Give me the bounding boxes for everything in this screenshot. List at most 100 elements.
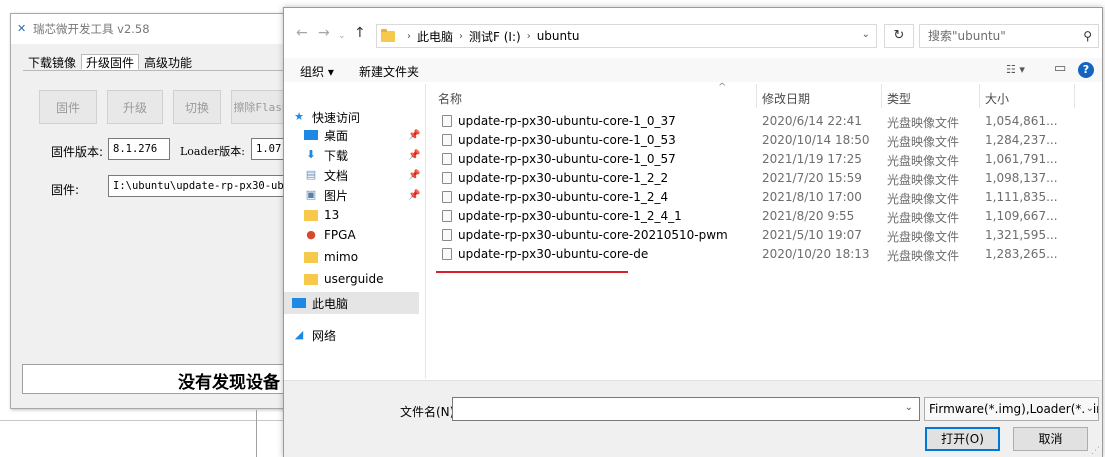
search-icon[interactable]: ⚲ <box>1083 25 1092 47</box>
resize-grip-icon[interactable]: ⋰ <box>1091 446 1100 456</box>
column-header-name[interactable]: 名称 <box>438 90 462 107</box>
file-row[interactable]: update-rp-px30-ubuntu-core-de 2020/10/20 … <box>428 245 1078 264</box>
new-folder-button[interactable]: 新建文件夹 <box>359 63 419 80</box>
chevron-down-icon[interactable]: ⌄ <box>862 29 870 40</box>
chevron-down-icon[interactable]: ⌄ <box>905 402 913 413</box>
disc-image-file-icon <box>442 172 452 184</box>
file-size: 1,098,137... <box>985 171 1058 185</box>
nav-desktop[interactable]: 桌面 📌 <box>284 124 420 146</box>
file-row[interactable]: update-rp-px30-ubuntu-core-20210510-pwm 2… <box>428 226 1078 245</box>
breadcrumb-chevron-icon[interactable]: › <box>459 31 463 42</box>
app-folder-icon: ● <box>306 228 316 241</box>
cancel-button[interactable]: 取消 <box>1013 427 1088 451</box>
switch-button[interactable]: 切换 <box>173 90 221 124</box>
rk-dev-tool-window: ✕ 瑞芯微开发工具 v2.58 下载镜像 升级固件 高级功能 固件 升级 切换 … <box>10 13 311 409</box>
file-date: 2020/10/14 18:50 <box>762 133 870 147</box>
pin-icon[interactable]: 📌 <box>408 170 420 181</box>
file-type: 光盘映像文件 <box>887 116 960 130</box>
chevron-down-icon[interactable]: ⌄ <box>1085 398 1094 420</box>
organize-menu[interactable]: 组织 ▾ <box>300 63 334 80</box>
tool-title-bar: ✕ 瑞芯微开发工具 v2.58 <box>11 14 309 44</box>
file-date: 2021/8/10 17:00 <box>762 190 862 204</box>
upgrade-button[interactable]: 升级 <box>107 90 163 124</box>
pin-icon[interactable]: 📌 <box>408 150 420 161</box>
file-date: 2021/7/20 15:59 <box>762 171 862 185</box>
breadcrumb-this-pc[interactable]: 此电脑 <box>417 28 453 45</box>
file-row[interactable]: update-rp-px30-ubuntu-core-1_0_53 2020/10… <box>428 131 1078 150</box>
up-arrow-icon[interactable]: ↑ <box>354 26 366 40</box>
firmware-version-field: 8.1.276 <box>108 138 170 160</box>
nav-desktop-label: 桌面 <box>324 128 349 143</box>
file-row[interactable]: update-rp-px30-ubuntu-core-1_2_4 2021/8/1… <box>428 188 1078 207</box>
disc-image-file-icon <box>442 115 452 127</box>
file-list-scrollbar[interactable] <box>1084 84 1102 378</box>
column-resize-handle[interactable] <box>756 84 757 108</box>
nav-pictures[interactable]: ▣ 图片 📌 <box>284 184 421 206</box>
nav-folder-fpga[interactable]: ● FPGA <box>284 224 419 246</box>
nav-this-pc[interactable]: 此电脑 <box>284 292 419 314</box>
nav-network[interactable]: ◢ 网络 <box>284 324 419 346</box>
open-file-dialog: ← → ⌄ ↑ › 此电脑 › 测试F (I:) › ubuntu ⌄ ↻ 搜索… <box>283 7 1103 457</box>
device-status-bar: 没有发现设备 <box>22 364 322 394</box>
column-header-date[interactable]: 修改日期 <box>762 90 810 107</box>
breadcrumb-chevron-icon[interactable]: › <box>407 31 411 42</box>
view-options-icon[interactable]: ☷ ▾ <box>1006 63 1025 76</box>
file-date: 2021/1/19 17:25 <box>762 152 862 166</box>
pin-icon[interactable]: 📌 <box>408 130 420 141</box>
navigation-bar: ← → ⌄ ↑ › 此电脑 › 测试F (I:) › ubuntu ⌄ ↻ 搜索… <box>284 8 1102 52</box>
column-resize-handle[interactable] <box>881 84 882 108</box>
open-button[interactable]: 打开(O) <box>925 427 1000 451</box>
erase-flash-button[interactable]: 擦除Flash <box>231 90 291 124</box>
refresh-icon[interactable]: ↻ <box>884 24 914 48</box>
file-row[interactable]: update-rp-px30-ubuntu-core-1_2_2 2021/7/2… <box>428 169 1078 188</box>
file-type-value: Firmware(*.img),Loader(*.bin <box>929 402 1099 416</box>
dialog-bottom-bar: 文件名(N): ⌄ Firmware(*.img),Loader(*.bin ⌄… <box>284 380 1102 457</box>
firmware-version-label: 固件版本: <box>51 145 104 159</box>
filename-input[interactable]: ⌄ <box>452 397 920 421</box>
firmware-button[interactable]: 固件 <box>39 90 97 124</box>
nav-documents[interactable]: ▤ 文档 📌 <box>284 164 421 186</box>
recent-locations-icon[interactable]: ⌄ <box>338 29 346 43</box>
tab-download-image[interactable]: 下载镜像 <box>23 54 81 70</box>
pane-divider[interactable] <box>425 84 426 378</box>
preview-pane-icon[interactable]: ▭ <box>1054 61 1066 76</box>
file-type: 光盘映像文件 <box>887 192 960 206</box>
address-bar[interactable]: › 此电脑 › 测试F (I:) › ubuntu ⌄ <box>376 24 877 48</box>
search-input[interactable]: 搜索"ubuntu" ⚲ <box>919 24 1099 48</box>
filename-label: 文件名(N): <box>400 405 459 419</box>
file-row[interactable]: update-rp-px30-ubuntu-core-1_0_37 2020/6/… <box>428 112 1078 131</box>
device-status-text: 没有发现设备 <box>178 373 280 393</box>
loader-version-label: Loader版本: <box>180 145 246 158</box>
nav-folder-userguide[interactable]: userguide <box>284 268 419 290</box>
breadcrumb-ubuntu[interactable]: ubuntu <box>537 29 580 43</box>
file-type: 光盘映像文件 <box>887 154 960 168</box>
file-row[interactable]: update-rp-px30-ubuntu-core-1_2_4_1 2021/8… <box>428 207 1078 226</box>
nav-downloads[interactable]: ⬇ 下载 📌 <box>284 144 420 166</box>
help-icon[interactable]: ? <box>1078 62 1094 78</box>
file-type-select[interactable]: Firmware(*.img),Loader(*.bin ⌄ <box>924 397 1099 421</box>
breadcrumb-drive[interactable]: 测试F (I:) <box>469 28 521 45</box>
file-row[interactable]: update-rp-px30-ubuntu-core-1_0_57 2021/1/… <box>428 150 1078 169</box>
nav-folder-13[interactable]: 13 <box>284 204 419 226</box>
disc-image-file-icon <box>442 229 452 241</box>
column-resize-handle[interactable] <box>1074 84 1075 108</box>
nav-folder-mimo[interactable]: mimo <box>284 246 419 268</box>
file-size: 1,061,791... <box>985 152 1058 166</box>
folder-icon <box>381 28 395 42</box>
column-resize-handle[interactable] <box>979 84 980 108</box>
file-size: 1,321,595... <box>985 228 1058 242</box>
column-header-type[interactable]: 类型 <box>887 90 911 107</box>
nav-pictures-label: 图片 <box>324 188 349 203</box>
sort-ascending-icon: ^ <box>718 82 727 93</box>
folder-icon <box>304 209 318 221</box>
pin-icon[interactable]: 📌 <box>408 190 420 201</box>
column-header-size[interactable]: 大小 <box>985 90 1009 107</box>
breadcrumb-chevron-icon[interactable]: › <box>527 31 531 42</box>
file-name: update-rp-px30-ubuntu-core-1_0_53 <box>458 133 676 147</box>
tab-upgrade-firmware[interactable]: 升级固件 <box>81 54 140 70</box>
file-size: 1,283,265... <box>985 247 1058 261</box>
desktop-icon <box>304 130 318 140</box>
forward-arrow-icon[interactable]: → <box>318 26 330 40</box>
tab-advanced[interactable]: 高级功能 <box>139 54 197 70</box>
back-arrow-icon[interactable]: ← <box>296 26 308 40</box>
